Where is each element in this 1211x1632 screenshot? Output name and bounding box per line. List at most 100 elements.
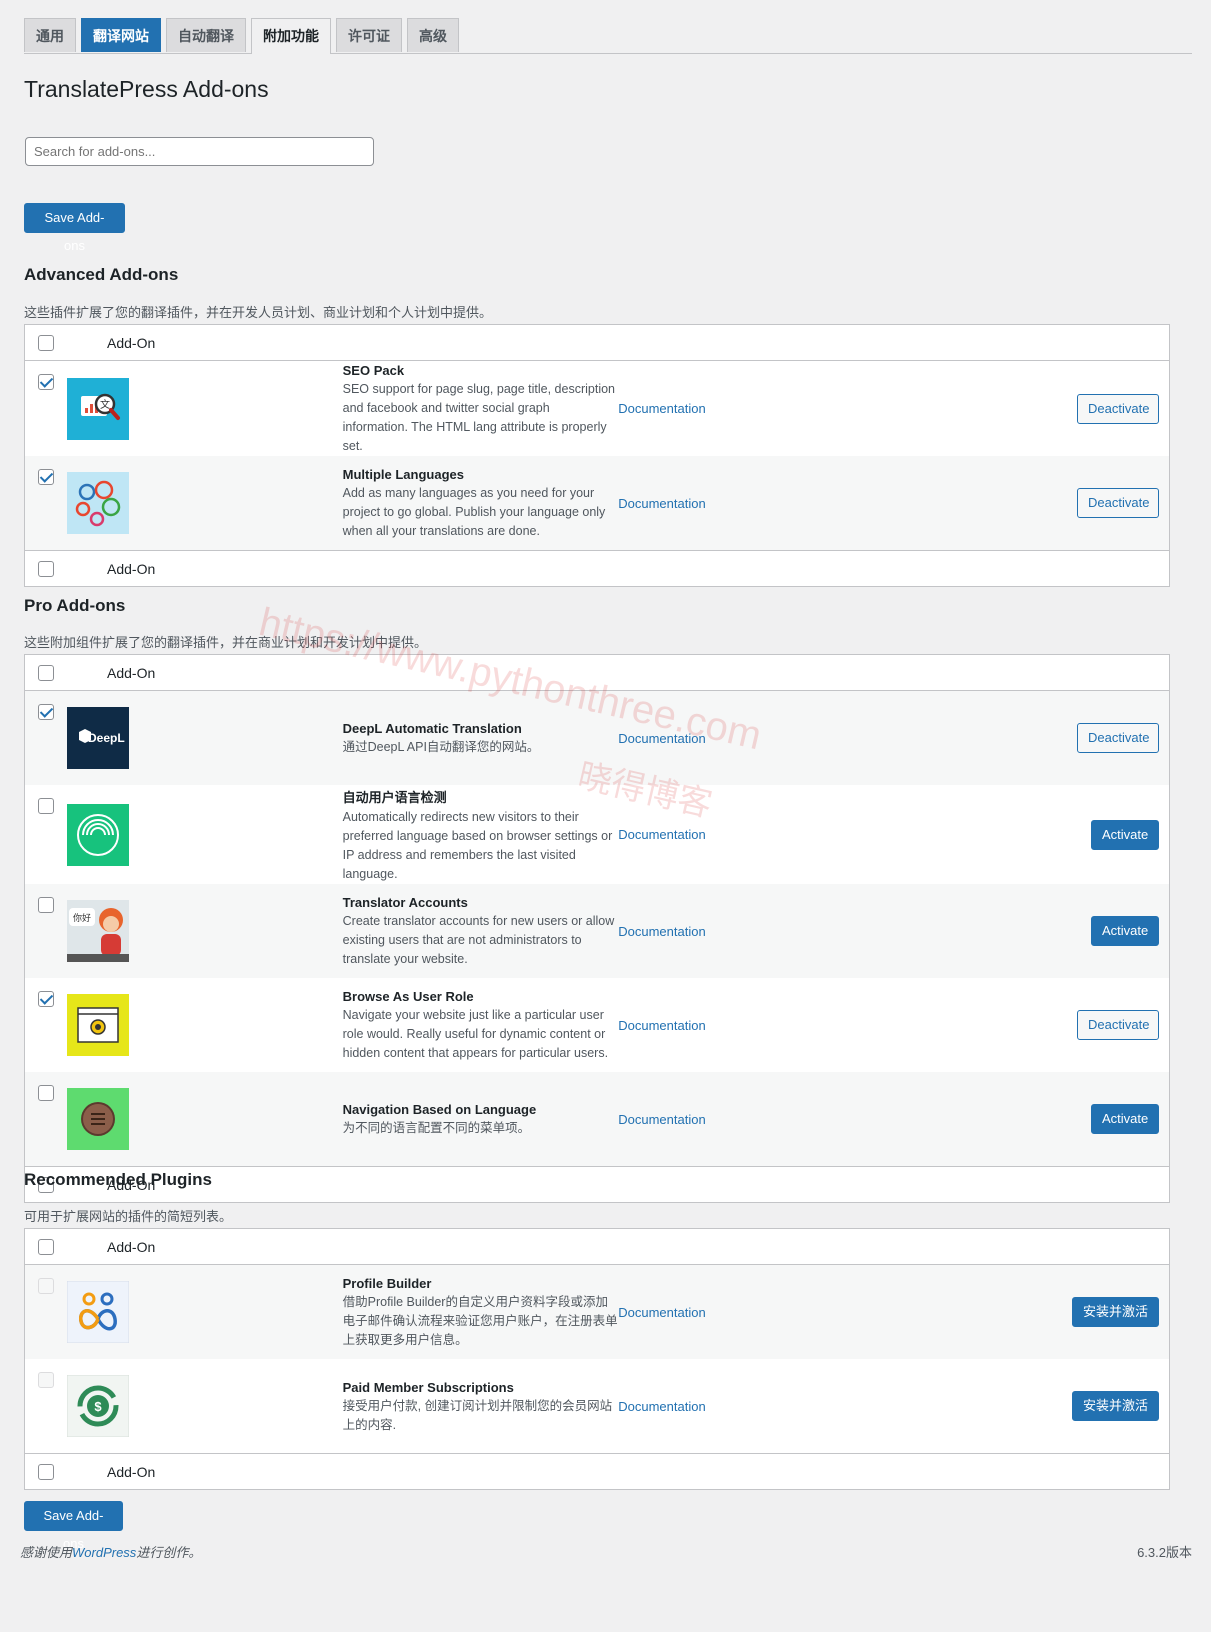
column-header-addon: Add-On [67, 1166, 1170, 1203]
documentation-link[interactable]: Documentation [618, 401, 705, 416]
deepl-checkbox[interactable] [38, 703, 54, 720]
deactivate-button[interactable]: Deactivate [1077, 393, 1159, 424]
addon-name: SEO Pack [342, 363, 405, 378]
greeting-bubble-text: 你好 [73, 912, 91, 923]
tab-advanced[interactable]: 高级 [407, 18, 459, 52]
select-all-checkbox[interactable] [38, 664, 54, 681]
table-row: 你好 Translator Accounts Create translator… [24, 884, 1170, 978]
browse-as-role-checkbox[interactable] [38, 990, 54, 1007]
select-all-checkbox[interactable] [38, 1463, 54, 1480]
activate-button[interactable]: Activate [1091, 916, 1159, 946]
settings-tabs: 通用 翻译网站 自动翻译 附加功能 许可证 高级 [24, 18, 1192, 54]
table-row: 自动用户语言检测 Automatically redirects new vis… [25, 785, 1170, 884]
table-row: Multiple Languages Add as many languages… [24, 456, 1170, 551]
deactivate-button[interactable]: Deactivate [1077, 723, 1159, 753]
tab-automatic-translation[interactable]: 自动翻译 [166, 18, 246, 52]
footer-version: 6.3.2版本 [1137, 1545, 1192, 1560]
tab-general[interactable]: 通用 [24, 18, 76, 52]
footer-credit: 感谢使用WordPress进行创作。 [20, 1542, 201, 1561]
pro-addons-table: Add-On DeepL DeepL Automatic Translation… [24, 654, 1170, 1203]
column-header-addon: Add-On [67, 1453, 1170, 1490]
advanced-addons-table: Add-On 文 SEO Pack SEO support for page s… [24, 324, 1170, 587]
addon-name: Browse As User Role [342, 989, 474, 1004]
browse-as-role-icon [67, 994, 129, 1056]
seo-pack-icon: 文 [67, 377, 129, 440]
table-footer: Add-On [24, 1453, 1170, 1490]
recommended-section-title: Recommended Plugins [24, 1170, 212, 1189]
svg-text:文: 文 [100, 398, 110, 411]
multiple-languages-checkbox[interactable] [38, 468, 54, 485]
deactivate-button[interactable]: Deactivate [1077, 488, 1159, 518]
recommended-plugins-table: Add-On Profile Builder 借助Profile Builder… [24, 1228, 1170, 1490]
addon-description: 借助Profile Builder的自定义用户资料字段或添加电子邮件确认流程来验… [342, 1295, 618, 1347]
documentation-link[interactable]: Documentation [618, 496, 705, 511]
language-detection-icon [67, 803, 129, 866]
table-row: Navigation Based on Language 为不同的语言配置不同的… [24, 1072, 1170, 1167]
language-detection-checkbox[interactable] [38, 797, 54, 814]
tab-license[interactable]: 许可证 [336, 18, 402, 52]
tab-translate-site[interactable]: 翻译网站 [81, 18, 161, 52]
documentation-link[interactable]: Documentation [618, 731, 705, 746]
pro-section-desc: 这些附加组件扩展了您的翻译插件，并在商业计划和开发计划中提供。 [24, 635, 428, 650]
addon-name: Profile Builder [342, 1276, 432, 1291]
addon-name: DeepL Automatic Translation [342, 721, 522, 736]
advanced-section-desc: 这些插件扩展了您的翻译插件，并在开发人员计划、商业计划和个人计划中提供。 [24, 305, 493, 320]
page-title: TranslatePress Add-ons [24, 76, 269, 102]
table-footer: Add-On [24, 550, 1170, 587]
wordpress-link[interactable]: WordPress [72, 1545, 136, 1560]
seo-pack-checkbox[interactable] [38, 373, 54, 390]
addon-description: Create translator accounts for new users… [342, 914, 615, 966]
translator-accounts-icon: 你好 [67, 900, 129, 962]
addon-name: Multiple Languages [342, 467, 464, 482]
addon-description: Automatically redirects new visitors to … [342, 810, 613, 881]
addon-description: Navigate your website just like a partic… [342, 1008, 609, 1060]
addon-name: Translator Accounts [342, 895, 468, 910]
advanced-section-title: Advanced Add-ons [24, 265, 179, 284]
table-row: DeepL DeepL Automatic Translation 通过Deep… [24, 690, 1170, 785]
select-all-checkbox[interactable] [38, 334, 54, 351]
table-row: $ Paid Member Subscriptions 接受用户付款, 创建订阅… [25, 1359, 1170, 1454]
deactivate-button[interactable]: Deactivate [1077, 1010, 1159, 1040]
documentation-link[interactable]: Documentation [618, 1112, 705, 1127]
addon-description: 通过DeepL API自动翻译您的网站。 [342, 740, 540, 754]
install-activate-button[interactable]: 安装并激活 [1072, 1391, 1159, 1421]
deepl-icon: DeepL [67, 707, 129, 769]
paid-member-subscriptions-icon: $ [67, 1375, 129, 1437]
documentation-link[interactable]: Documentation [618, 1018, 705, 1033]
install-activate-button[interactable]: 安装并激活 [1072, 1297, 1159, 1327]
footer-prefix: 感谢使用 [20, 1545, 73, 1560]
addon-description: Add as many languages as you need for yo… [342, 486, 606, 538]
table-header: Add-On [24, 654, 1170, 691]
multiple-languages-icon [67, 472, 129, 534]
save-addons-button-top[interactable]: Save Add-ons [24, 203, 125, 253]
svg-text:$: $ [94, 1399, 102, 1414]
column-header-addon: Add-On [67, 550, 1170, 587]
activate-button[interactable]: Activate [1091, 1104, 1159, 1134]
recommended-section-desc: 可用于扩展网站的插件的简短列表。 [24, 1209, 233, 1224]
table-row: Profile Builder 借助Profile Builder的自定义用户资… [24, 1264, 1170, 1359]
table-row: 文 SEO Pack SEO support for page slug, pa… [25, 361, 1170, 457]
documentation-link[interactable]: Documentation [618, 924, 705, 939]
table-header: Add-On [24, 324, 1170, 361]
column-header-addon: Add-On [67, 324, 1170, 361]
translator-accounts-checkbox[interactable] [38, 896, 54, 913]
addon-name: Navigation Based on Language [342, 1102, 537, 1117]
column-header-addon: Add-On [67, 1228, 1170, 1265]
tab-addons[interactable]: 附加功能 [251, 18, 331, 54]
activate-button[interactable]: Activate [1091, 819, 1159, 850]
profile-builder-icon [67, 1281, 129, 1343]
select-all-checkbox[interactable] [38, 1238, 54, 1255]
documentation-link[interactable]: Documentation [618, 1305, 705, 1320]
select-all-checkbox[interactable] [38, 560, 54, 577]
navigation-menu-icon [67, 1088, 129, 1150]
navigation-language-checkbox[interactable] [38, 1084, 54, 1101]
documentation-link[interactable]: Documentation [618, 827, 705, 842]
table-row: Browse As User Role Navigate your websit… [25, 978, 1170, 1072]
documentation-link[interactable]: Documentation [618, 1399, 705, 1414]
paid-member-checkbox [38, 1371, 54, 1388]
search-input[interactable] [25, 137, 374, 166]
addon-description: 接受用户付款, 创建订阅计划并限制您的会员网站上的内容. [342, 1398, 613, 1432]
profile-builder-checkbox [38, 1277, 54, 1294]
save-addons-button-bottom[interactable]: Save Add-ons [24, 1501, 123, 1551]
addons-page: 通用 翻译网站 自动翻译 附加功能 许可证 高级 TranslatePress … [20, 18, 1192, 1560]
